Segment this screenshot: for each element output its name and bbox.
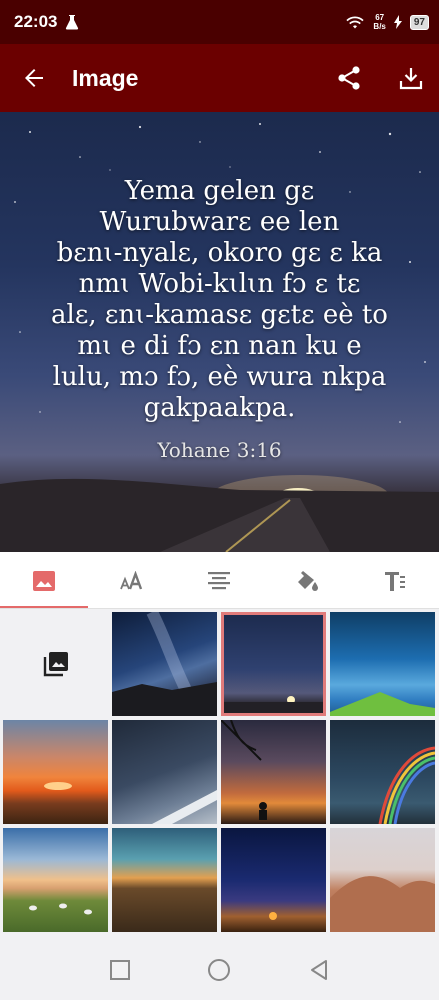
thumbnail-dusk-field[interactable]	[112, 828, 217, 932]
status-time: 22:03	[14, 12, 58, 31]
charging-icon	[393, 15, 402, 29]
status-bar: 22:03 67 B/s 97	[0, 0, 439, 44]
thumbnail-starry-road[interactable]	[221, 612, 326, 716]
home-circle-icon[interactable]	[204, 955, 234, 985]
thumbnail-art	[330, 876, 435, 932]
verse-image-preview[interactable]: Yema gelen gɛ Wurubwarɛ ee len bɛnɩ-nyal…	[0, 112, 439, 552]
thumbnail-rainbow-ocean[interactable]	[330, 720, 436, 825]
tab-font-size[interactable]	[88, 552, 176, 609]
thumbnail-art	[269, 912, 277, 920]
verse-reference: Yohane 3:16	[157, 438, 282, 462]
thumbnail-art	[29, 903, 92, 915]
background-gallery	[0, 612, 439, 937]
thumbnail-art	[152, 790, 217, 824]
thumbnail-sheep-meadow-sky[interactable]	[3, 828, 108, 932]
thumbnail-sunset-tree-silhouette[interactable]	[220, 719, 326, 824]
tabs-divider	[0, 608, 439, 609]
align-center-icon	[208, 571, 231, 589]
font-size-icon	[119, 570, 142, 589]
verse-text: Yema gelen gɛ Wurubwarɛ ee len bɛnɩ-nyal…	[51, 176, 388, 423]
thumbnail-art	[112, 612, 217, 716]
paint-bucket-icon	[298, 570, 319, 591]
wifi-icon	[346, 16, 365, 29]
network-speed: 67 B/s	[373, 13, 386, 31]
thumbnail-art	[221, 696, 326, 716]
tab-color[interactable]	[263, 552, 351, 609]
flask-icon	[66, 15, 79, 30]
thumbnail-art	[220, 719, 267, 820]
tab-background-image[interactable]	[0, 552, 88, 609]
battery-icon: 97	[409, 14, 429, 30]
back-triangle-icon[interactable]	[304, 955, 334, 985]
thumbnail-art	[378, 746, 436, 825]
thumbnail-blue-storm-island[interactable]	[330, 612, 435, 716]
share-icon[interactable]	[335, 64, 363, 92]
thumbnail-star-trails-wing[interactable]	[112, 720, 217, 824]
thumbnail-art	[44, 782, 72, 790]
text-format-icon	[385, 571, 406, 591]
pick-from-gallery-button[interactable]	[3, 612, 108, 716]
thumbnail-milky-way[interactable]	[112, 612, 217, 716]
recents-square-icon[interactable]	[105, 955, 135, 985]
page-title: Image	[72, 64, 139, 91]
editor-tabs	[0, 552, 439, 609]
tab-alignment[interactable]	[176, 552, 264, 609]
thumbnail-art	[330, 692, 435, 716]
app-bar: Image	[0, 44, 439, 112]
back-arrow-icon[interactable]	[20, 64, 48, 92]
tab-text-format[interactable]	[351, 552, 439, 609]
system-nav-bar	[0, 940, 439, 1000]
thumbnail-orange-sunset-sea[interactable]	[3, 720, 108, 824]
thumbnail-desert-night-camp[interactable]	[221, 828, 326, 932]
thumbnail-sand-dunes[interactable]	[330, 828, 435, 932]
download-icon[interactable]	[397, 64, 425, 92]
image-icon	[32, 570, 55, 591]
photo-library-icon	[43, 652, 68, 677]
